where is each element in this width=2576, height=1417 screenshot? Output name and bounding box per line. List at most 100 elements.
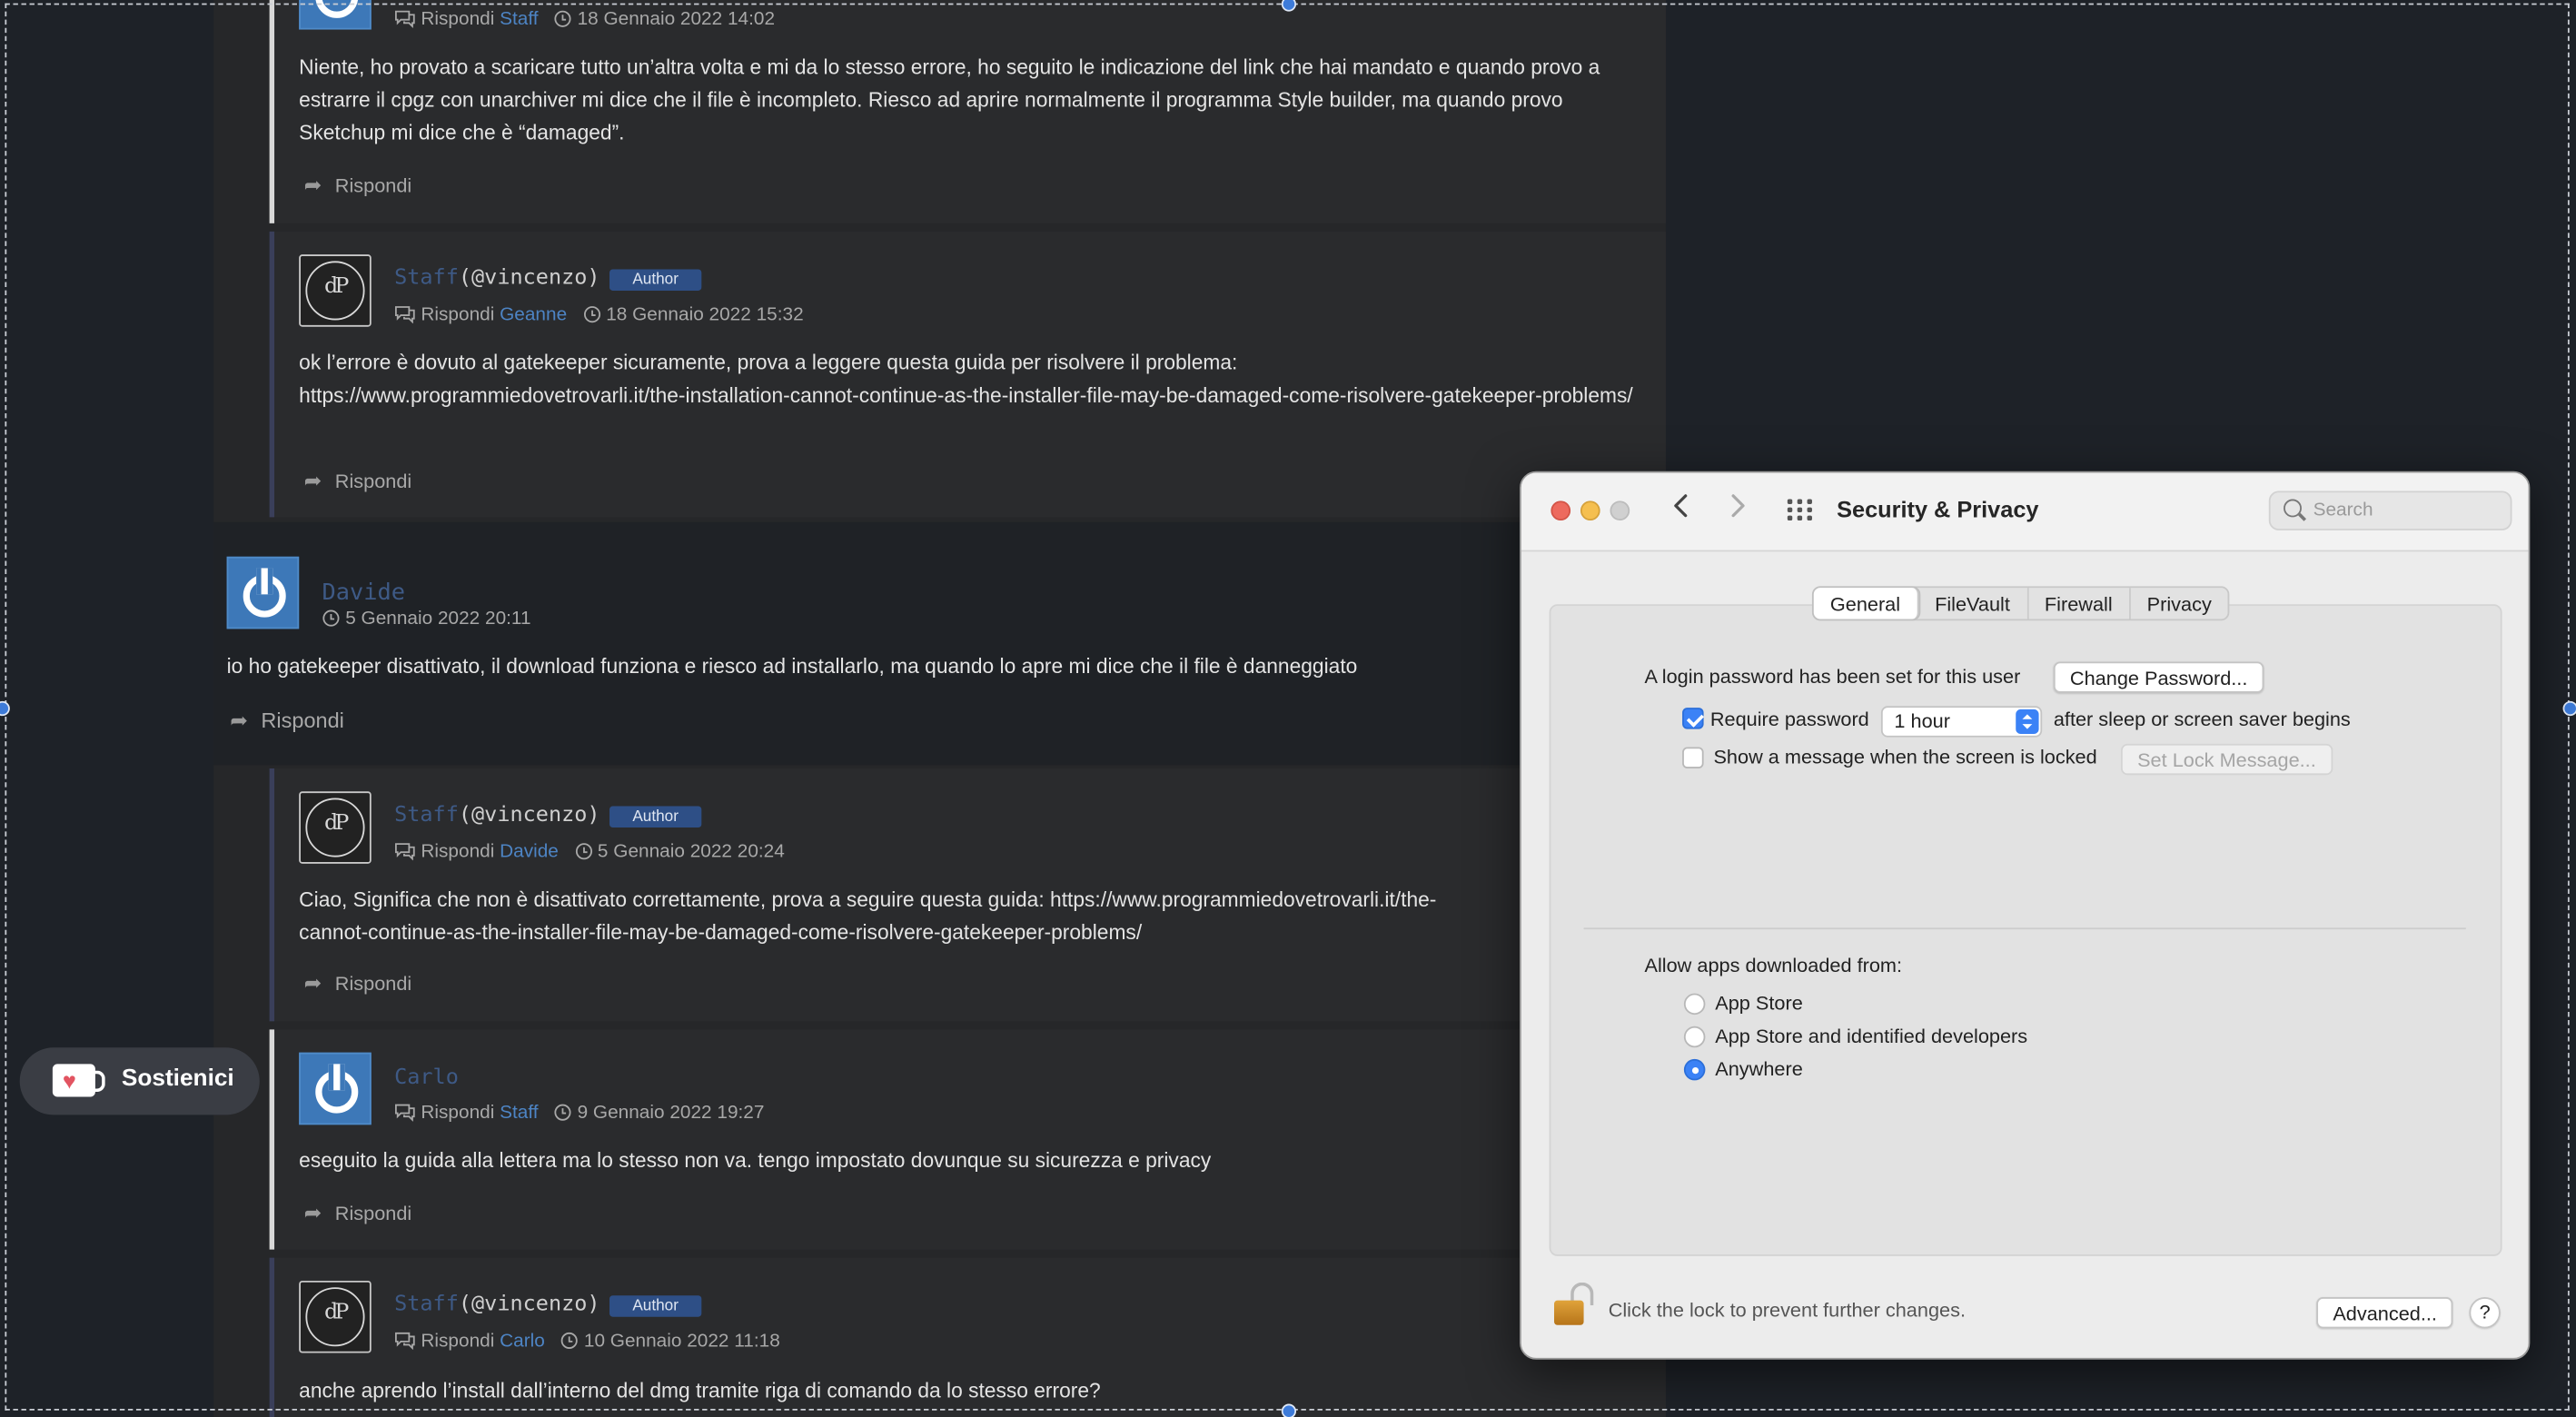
back-chevron-icon[interactable] (1672, 492, 1689, 527)
lock-icon[interactable] (1552, 1282, 1594, 1327)
stepper-arrows-icon (2016, 708, 2039, 735)
comment-meta: Rispondi Staff 18 Gennaio 2022 14:02 (394, 10, 775, 30)
radio-app-store-identified[interactable] (1683, 1026, 1706, 1048)
comment-reply-6: dP Staff(@vincenzo) Author Rispondi Carl… (269, 1257, 1666, 1417)
comment-reply-2: dP Staff(@vincenzo) Author Rispondi Gean… (269, 231, 1666, 518)
minimize-window-button[interactable] (1580, 500, 1600, 521)
comment-meta: 5 Gennaio 2022 20:11 (322, 609, 531, 629)
reply-arrow-icon: ➦ (303, 1200, 322, 1225)
reply-to-link[interactable]: Staff (500, 10, 538, 30)
comment-author[interactable]: Staff(@vincenzo) (394, 803, 600, 827)
comment-reply-5: Carlo Rispondi Staff 9 Gennaio 2022 19:2… (269, 1029, 1666, 1250)
comment-body: anche aprendo l’install dall’interno del… (299, 1379, 1101, 1402)
reply-button[interactable]: ➦ Rispondi (304, 1200, 412, 1226)
search-field[interactable] (2268, 490, 2512, 530)
reply-button[interactable]: ➦ Rispondi (304, 468, 412, 494)
comment-reply-1: Rispondi Staff 18 Gennaio 2022 14:02 Nie… (269, 0, 1666, 223)
power-icon (315, 0, 359, 18)
require-password-label: Require password (1709, 708, 1869, 731)
reply-button[interactable]: ➦ Rispondi (230, 708, 344, 734)
clock-icon (554, 10, 571, 27)
comment-reply-4: dP Staff(@vincenzo) Author Rispondi Davi… (269, 768, 1666, 1022)
comment-body: ok l’errore è dovuto al gatekeeper sicur… (299, 351, 1633, 408)
reply-bubble-icon (394, 1104, 415, 1122)
comment-body: Ciao, Significa che non è disattivato co… (299, 887, 1437, 945)
tab-filevault[interactable]: FileVault (1918, 588, 2028, 619)
radio-app-store[interactable] (1683, 993, 1706, 1016)
radio-label-anywhere: Anywhere (1715, 1057, 1803, 1081)
avatar: dP (299, 791, 372, 864)
show-message-label: Show a message when the screen is locked (1713, 745, 2097, 768)
radio-anywhere[interactable] (1683, 1058, 1706, 1081)
reply-arrow-icon: ➦ (303, 468, 322, 493)
guide-link[interactable]: https://www.programmiedovetrovarli.it/th… (1050, 888, 1436, 911)
avatar: dP (299, 254, 372, 327)
allow-apps-label: Allow apps downloaded from: (1644, 954, 1903, 977)
clock-icon (554, 1104, 571, 1121)
change-password-button[interactable]: Change Password... (2053, 661, 2264, 693)
help-button[interactable]: ? (2469, 1297, 2501, 1329)
tab-general[interactable]: General (1813, 588, 1918, 619)
ko-fi-cup-icon: ♥ (52, 1064, 105, 1097)
window-titlebar: Security & Privacy (1521, 472, 2529, 552)
reply-to-link[interactable]: Carlo (500, 1332, 545, 1352)
author-badge: Author (609, 269, 702, 291)
comment-meta: Rispondi Carlo 10 Gennaio 2022 11:18 (394, 1332, 780, 1352)
tab-bar: General FileVault Firewall Privacy (1811, 586, 2230, 621)
tab-privacy[interactable]: Privacy (2131, 588, 2228, 619)
comment-meta: Rispondi Davide 5 Gennaio 2022 20:24 (394, 842, 785, 862)
comment-author[interactable]: Staff(@vincenzo) (394, 1293, 600, 1317)
reply-arrow-icon: ➦ (303, 970, 322, 996)
radio-label-app-store-identified: App Store and identified developers (1715, 1024, 2028, 1048)
selection-handle-right[interactable] (2562, 700, 2576, 717)
selection-handle-bottom[interactable] (1281, 1403, 1297, 1417)
avatar (299, 0, 372, 30)
require-password-select[interactable]: 1 hour (1880, 706, 2043, 738)
comment-date: 18 Gennaio 2022 14:02 (577, 9, 776, 30)
author-badge: Author (609, 806, 702, 828)
tab-firewall[interactable]: Firewall (2028, 588, 2131, 619)
sostienici-button[interactable]: ♥ Sostienici (19, 1047, 260, 1115)
comment-body: Niente, ho provato a scaricare tutto un’… (299, 55, 1600, 145)
reply-to-link[interactable]: Staff (500, 1104, 538, 1124)
require-password-checkbox[interactable] (1682, 708, 1704, 729)
reply-to-link[interactable]: Davide (500, 842, 559, 862)
comment-author[interactable]: Davide (322, 580, 404, 606)
close-window-button[interactable] (1551, 500, 1571, 521)
comment-meta: Rispondi Staff 9 Gennaio 2022 19:27 (394, 1104, 764, 1124)
heart-icon: ♥ (62, 1066, 76, 1094)
show-all-grid-icon[interactable] (1787, 499, 1814, 522)
window-title: Security & Privacy (1837, 495, 2039, 522)
avatar (299, 1052, 372, 1125)
reply-bubble-icon (394, 1332, 415, 1351)
general-panel: A login password has been set for this u… (1549, 604, 2502, 1256)
reply-button[interactable]: ➦ Rispondi (304, 970, 412, 996)
avatar (226, 556, 300, 629)
guide-link[interactable]: https://www.programmiedovetrovarli.it/th… (299, 384, 1633, 407)
forward-chevron-icon[interactable] (1730, 492, 1747, 527)
clock-icon (322, 609, 340, 627)
after-sleep-text: after sleep or screen saver begins (2053, 708, 2351, 731)
divider (1583, 927, 2466, 930)
comment-meta: Rispondi Geanne 18 Gennaio 2022 15:32 (394, 305, 804, 325)
show-message-checkbox[interactable] (1682, 747, 1704, 768)
reply-button[interactable]: ➦ Rispondi (304, 173, 412, 199)
comment-author[interactable]: Staff(@vincenzo) (394, 266, 600, 291)
search-input[interactable] (2313, 497, 2494, 524)
comment-author[interactable]: Carlo (394, 1065, 459, 1090)
set-lock-message-button[interactable]: Set Lock Message... (2120, 743, 2333, 776)
reply-bubble-icon (394, 843, 415, 861)
forum-gap (213, 521, 1666, 766)
reply-bubble-icon (394, 10, 415, 29)
guide-link[interactable]: cannot-continue-as-the-installer-file-ma… (299, 921, 1142, 944)
zoom-window-button[interactable] (1610, 500, 1630, 521)
login-password-text: A login password has been set for this u… (1644, 665, 2021, 689)
clock-icon (575, 843, 592, 860)
clock-icon (561, 1332, 579, 1349)
screen: Rispondi Staff 18 Gennaio 2022 14:02 Nie… (0, 0, 2576, 1417)
comment-body: eseguito la guida alla lettera ma lo ste… (299, 1149, 1212, 1173)
advanced-button[interactable]: Advanced... (2316, 1297, 2454, 1329)
security-privacy-window: Security & Privacy A login password has … (1520, 471, 2531, 1360)
reply-arrow-icon: ➦ (230, 708, 248, 733)
reply-to-link[interactable]: Geanne (500, 305, 567, 325)
